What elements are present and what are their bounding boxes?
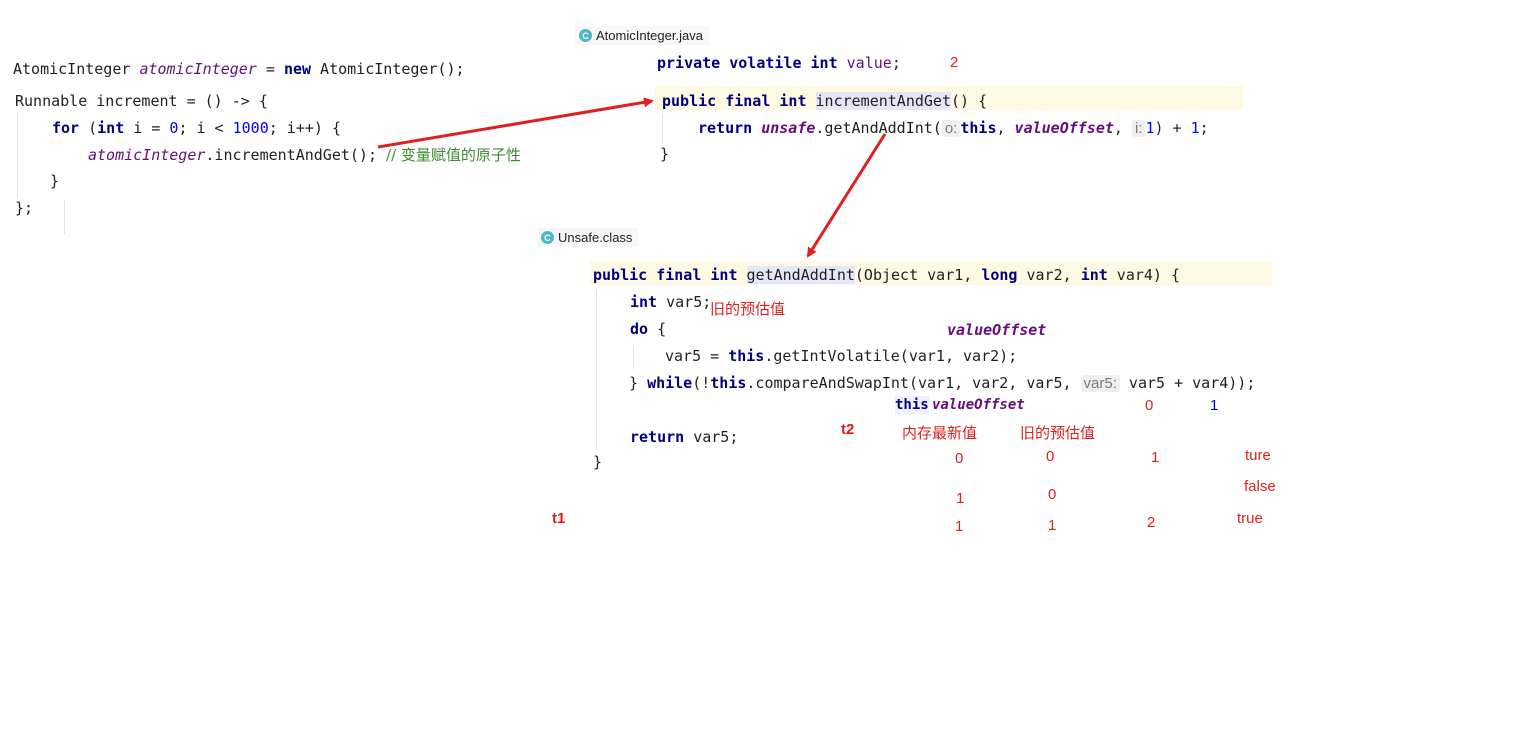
arrow-to-incrementandget xyxy=(377,97,654,149)
arrows-layer xyxy=(377,97,887,258)
arrow-to-getandaddint xyxy=(806,133,887,258)
